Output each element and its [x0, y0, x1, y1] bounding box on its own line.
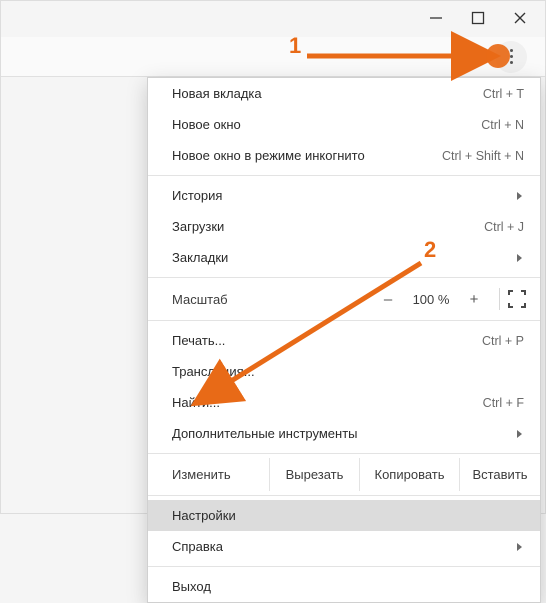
menu-button[interactable]: [495, 41, 527, 73]
menu-item-edit: Изменить Вырезать Копировать Вставить: [148, 458, 540, 491]
menu-label: Изменить: [172, 467, 231, 482]
menu-item-new-tab[interactable]: Новая вкладка Ctrl + T: [148, 78, 540, 109]
menu-separator: [148, 495, 540, 496]
zoom-label: Масштаб: [172, 292, 375, 307]
kebab-icon: [510, 49, 513, 64]
close-button[interactable]: [511, 9, 529, 27]
menu-separator: [148, 320, 540, 321]
menu-label: Вырезать: [286, 467, 344, 482]
menu-label: Найти...: [172, 395, 220, 410]
menu-item-bookmarks[interactable]: Закладки: [148, 242, 540, 273]
menu-label: Новая вкладка: [172, 86, 262, 101]
menu-item-more-tools[interactable]: Дополнительные инструменты: [148, 418, 540, 449]
main-menu: Новая вкладка Ctrl + T Новое окно Ctrl +…: [147, 77, 541, 603]
menu-shortcut: Ctrl + J: [484, 220, 524, 234]
zoom-out-button[interactable]: –: [375, 286, 401, 312]
menu-shortcut: Ctrl + N: [481, 118, 524, 132]
menu-label: Копировать: [375, 467, 445, 482]
menu-label: Печать...: [172, 333, 225, 348]
zoom-in-button[interactable]: +: [461, 286, 487, 312]
browser-toolbar: [1, 37, 545, 77]
chevron-right-icon: [517, 254, 522, 262]
divider: [499, 288, 500, 310]
menu-shortcut: Ctrl + P: [482, 334, 524, 348]
menu-item-zoom: Масштаб – 100 % +: [148, 282, 540, 316]
window-titlebar: [1, 1, 545, 37]
menu-separator: [148, 566, 540, 567]
maximize-button[interactable]: [469, 9, 487, 27]
menu-separator: [148, 175, 540, 176]
menu-label: История: [172, 188, 222, 203]
menu-item-history[interactable]: История: [148, 180, 540, 211]
menu-separator: [148, 277, 540, 278]
menu-shortcut: Ctrl + Shift + N: [442, 149, 524, 163]
menu-item-new-window[interactable]: Новое окно Ctrl + N: [148, 109, 540, 140]
menu-shortcut: Ctrl + T: [483, 87, 524, 101]
menu-label: Новое окно: [172, 117, 241, 132]
menu-label: Закладки: [172, 250, 228, 265]
menu-item-incognito[interactable]: Новое окно в режиме инкогнито Ctrl + Shi…: [148, 140, 540, 171]
menu-item-exit[interactable]: Выход: [148, 571, 540, 602]
fullscreen-button[interactable]: [510, 292, 524, 306]
edit-paste-button[interactable]: Вставить: [460, 458, 540, 491]
menu-label: Справка: [172, 539, 223, 554]
menu-label: Выход: [172, 579, 211, 594]
menu-label: Трансляция...: [172, 364, 255, 379]
chevron-right-icon: [517, 430, 522, 438]
menu-shortcut: Ctrl + F: [483, 396, 524, 410]
menu-label: Дополнительные инструменты: [172, 426, 358, 441]
menu-label: Вставить: [472, 467, 527, 482]
menu-item-help[interactable]: Справка: [148, 531, 540, 562]
chevron-right-icon: [517, 192, 522, 200]
menu-item-downloads[interactable]: Загрузки Ctrl + J: [148, 211, 540, 242]
edit-copy-button[interactable]: Копировать: [360, 458, 460, 491]
menu-label: Новое окно в режиме инкогнито: [172, 148, 365, 163]
zoom-value: 100 %: [407, 292, 455, 307]
menu-item-settings[interactable]: Настройки: [148, 500, 540, 531]
edit-label: Изменить: [148, 458, 270, 491]
edit-cut-button[interactable]: Вырезать: [270, 458, 360, 491]
minimize-button[interactable]: [427, 9, 445, 27]
chevron-right-icon: [517, 543, 522, 551]
menu-item-cast[interactable]: Трансляция...: [148, 356, 540, 387]
menu-separator: [148, 453, 540, 454]
menu-label: Загрузки: [172, 219, 224, 234]
menu-item-find[interactable]: Найти... Ctrl + F: [148, 387, 540, 418]
menu-item-print[interactable]: Печать... Ctrl + P: [148, 325, 540, 356]
menu-label: Настройки: [172, 508, 236, 523]
